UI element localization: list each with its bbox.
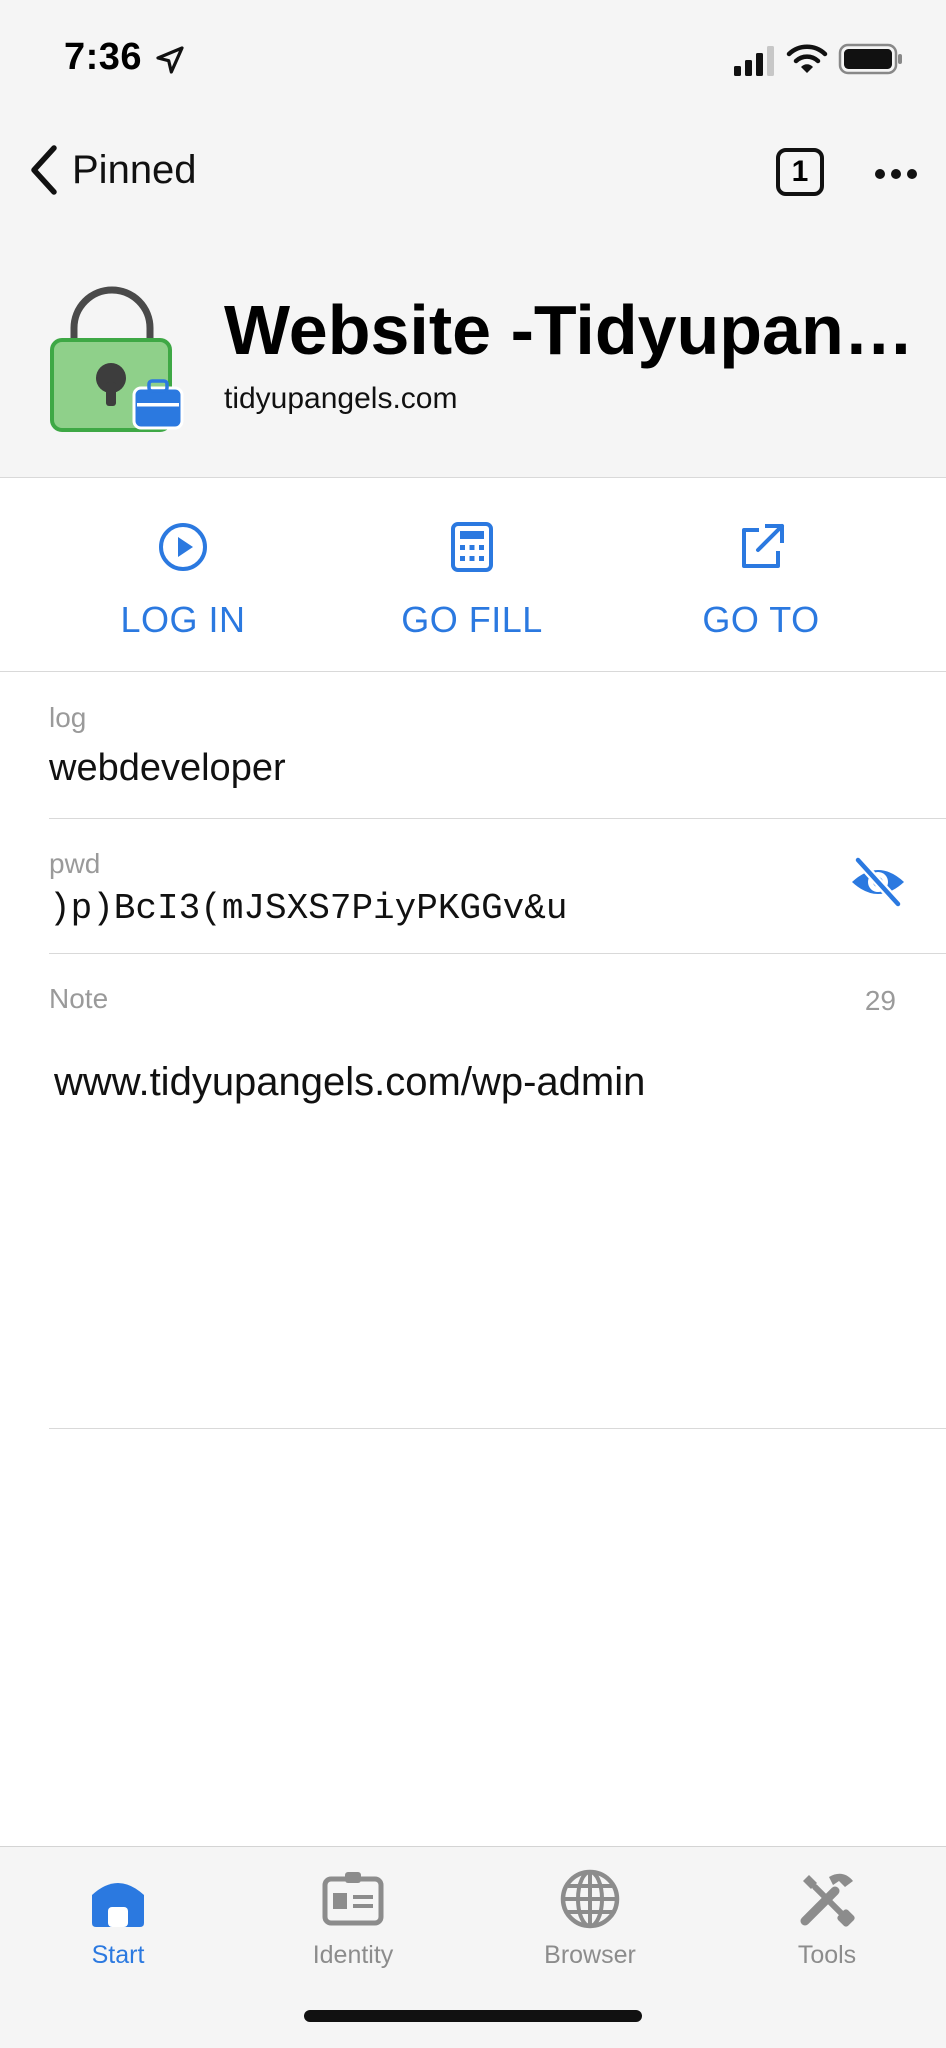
divider	[49, 1428, 946, 1429]
tab-browser-label: Browser	[544, 1941, 636, 1969]
external-link-icon	[742, 524, 784, 568]
back-label: Pinned	[72, 147, 197, 192]
tools-icon	[800, 1873, 855, 1927]
wifi-icon	[786, 44, 828, 73]
location-arrow-icon	[156, 46, 184, 74]
log-in-button[interactable]: LOG IN	[73, 521, 293, 641]
pinned-count-button[interactable]: 1	[776, 148, 824, 196]
back-button[interactable]: Pinned	[26, 140, 197, 200]
tab-browser[interactable]: Browser	[490, 1867, 690, 1970]
go-fill-label: GO FILL	[401, 599, 543, 640]
login-field-value[interactable]: webdeveloper	[49, 747, 286, 790]
go-to-button[interactable]: GO TO	[651, 521, 871, 641]
business-lock-icon	[50, 286, 184, 432]
item-title: Website -Tidyupan…	[224, 291, 914, 369]
tab-start[interactable]: Start	[18, 1867, 218, 1970]
battery-icon	[838, 43, 902, 75]
home-indicator	[304, 2010, 642, 2022]
chevron-left-icon	[31, 145, 57, 195]
hide-password-icon[interactable]	[848, 856, 908, 908]
home-icon	[92, 1883, 144, 1927]
cellular-signal-icon	[734, 46, 774, 76]
more-options-icon[interactable]	[874, 158, 918, 190]
status-time: 7:36	[64, 36, 143, 78]
password-field-label: pwd	[49, 848, 101, 879]
action-row: LOG IN GO FILL GO TO	[0, 479, 946, 672]
globe-icon	[560, 1869, 620, 1929]
note-field-label: Note	[49, 983, 109, 1014]
tab-tools[interactable]: Tools	[727, 1867, 927, 1970]
log-in-label: LOG IN	[120, 599, 246, 640]
status-bar: 7:36	[0, 0, 946, 120]
item-domain: tidyupangels.com	[224, 382, 458, 415]
go-fill-button[interactable]: GO FILL	[362, 521, 582, 641]
divider	[49, 818, 946, 819]
go-to-label: GO TO	[702, 599, 820, 640]
login-field-label: log	[49, 702, 87, 733]
tab-start-label: Start	[91, 1941, 145, 1969]
calculator-icon	[451, 522, 493, 572]
note-text[interactable]: www.tidyupangels.com/wp-admin	[54, 1060, 645, 1105]
tab-tools-label: Tools	[797, 1941, 857, 1969]
tab-identity[interactable]: Identity	[253, 1867, 453, 1970]
tab-identity-label: Identity	[312, 1941, 394, 1969]
note-character-count: 29	[864, 985, 896, 1016]
id-card-icon	[322, 1872, 384, 1926]
password-field-value[interactable]: )p)BcI3(mJSXS7PiyPKGGv&u	[49, 888, 567, 929]
divider	[49, 953, 946, 954]
play-circle-icon	[159, 523, 207, 571]
